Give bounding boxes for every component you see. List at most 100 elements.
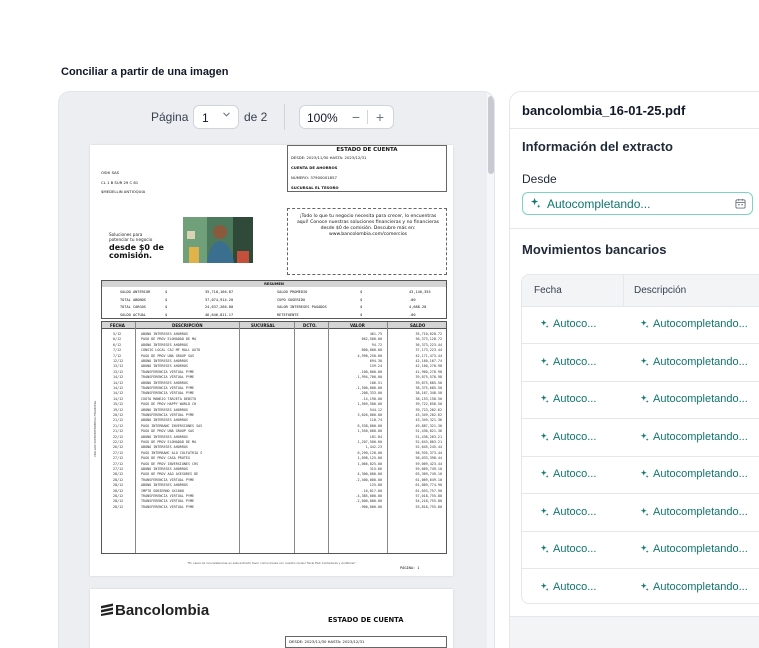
movement-value: 94.72 bbox=[371, 342, 382, 347]
movement-date: 15/12 bbox=[113, 402, 124, 407]
statement-period: DESDE: 2023/11/30 HASTA: 2023/12/31 bbox=[291, 155, 367, 160]
movement-balance: 38,153,158.50 bbox=[415, 396, 442, 401]
row-date-cell[interactable]: Autoco... bbox=[540, 393, 596, 405]
movement-value: -4,385,000.00 bbox=[355, 494, 382, 498]
movement-date: 22/12 bbox=[113, 434, 124, 439]
row-date-cell-text: Autoco... bbox=[553, 355, 597, 368]
row-description-cell-text: Autocompletando... bbox=[653, 580, 748, 593]
viewer-scrollbar[interactable] bbox=[487, 92, 494, 648]
movements-header: FECHA DESCRIPCIÓN SUCURSAL DCTO. VALOR S… bbox=[102, 322, 446, 329]
row-date-cell[interactable]: Autoco... bbox=[540, 506, 596, 518]
page-label: Página bbox=[151, 110, 189, 124]
viewer-toolbar: Página 1 de 2 100% − + bbox=[59, 92, 487, 142]
account-box: ESTADO DE CUENTA DESDE: 2023/11/30 HASTA… bbox=[287, 145, 447, 192]
row-date-cell-text: Autoco... bbox=[553, 393, 597, 405]
row-date-cell[interactable]: Autoco... bbox=[540, 468, 596, 480]
row-description-cell[interactable]: Autocompletando... bbox=[640, 543, 748, 555]
row-description-cell[interactable]: Autocompletando... bbox=[640, 431, 748, 443]
movement-date: 7/12 bbox=[113, 348, 122, 353]
movement-description: TRANSFERENCIA VIRTUAL PYME bbox=[141, 494, 195, 498]
movement-row[interactable]: Autoco... Autocompletando... bbox=[522, 570, 759, 604]
movement-balance: 61,053,757.90 bbox=[415, 488, 442, 493]
from-date-input[interactable]: Autocompletando... bbox=[522, 192, 753, 215]
movement-balance: 42,171,473.44 bbox=[415, 353, 442, 358]
page-heading: Conciliar a partir de una imagen bbox=[61, 66, 229, 78]
pdf-page-2: Bancolombia ESTADO DE CUENTA DESDE: 2023… bbox=[90, 589, 453, 648]
row-date-cell[interactable]: Autoco... bbox=[540, 356, 596, 368]
movement-date: 13/12 bbox=[113, 364, 124, 369]
movement-row[interactable]: Autoco... Autocompletando... bbox=[522, 457, 759, 494]
movement-row[interactable]: Autoco... Autocompletando... bbox=[522, 532, 759, 569]
zoom-out-button[interactable]: − bbox=[348, 107, 364, 127]
movement-balance: 59,069,423.44 bbox=[415, 461, 442, 466]
movement-row[interactable]: Autoco... Autocompletando... bbox=[522, 382, 759, 419]
row-date-cell[interactable]: Autoco... bbox=[540, 543, 596, 555]
movement-value: 461.75 bbox=[369, 332, 382, 336]
row-date-cell[interactable]: Autoco... bbox=[540, 581, 596, 593]
toolbar-divider bbox=[284, 104, 285, 130]
row-description-cell-text: Autocompletando... bbox=[653, 543, 748, 555]
statement-title: ESTADO DE CUENTA bbox=[336, 147, 398, 153]
movement-description: TRANSFERENCIA VIRTUAL PYME bbox=[141, 477, 195, 482]
movement-balance: 41,960,278.98 bbox=[415, 369, 442, 374]
movement-description: TRANSFERENCIA VIRTUAL PYME bbox=[141, 386, 195, 390]
movements-table: FECHA DESCRIPCIÓN SUCURSAL DCTO. VALOR S… bbox=[101, 321, 447, 554]
summary-cell: $ bbox=[360, 290, 363, 294]
movement-balance: 38,167,348.50 bbox=[415, 391, 442, 396]
row-date-cell-text: Autoco... bbox=[553, 430, 597, 443]
row-description-cell-text: Autocompletando... bbox=[653, 318, 748, 330]
movement-value: 315.66 bbox=[369, 467, 382, 471]
header-divider bbox=[623, 275, 624, 307]
col-header-fecha[interactable]: Fecha bbox=[534, 285, 562, 296]
movement-value: -2,000,000.00 bbox=[355, 499, 382, 504]
movement-row[interactable]: Autoco... Autocompletando... bbox=[522, 345, 759, 382]
row-date-cell[interactable]: Autoco... bbox=[540, 318, 596, 330]
zoom-in-button[interactable]: + bbox=[372, 107, 388, 127]
movement-description: TRANSFERENCIA VIRTUAL PYME bbox=[141, 499, 195, 504]
movement-row[interactable]: Autoco... Autocompletando... bbox=[522, 307, 759, 344]
movement-description: ABONO INTERESES AHORROS bbox=[141, 359, 188, 363]
movement-value: 3,626,000.00 bbox=[357, 413, 383, 417]
statement-footnote: "En casos de inconsistencias en este ext… bbox=[187, 561, 356, 565]
row-description-cell[interactable]: Autocompletando... bbox=[640, 393, 748, 405]
movement-row[interactable]: Autoco... Autocompletando... bbox=[522, 495, 759, 532]
from-date-value: Autocompletando... bbox=[547, 197, 651, 211]
page-select-value: 1 bbox=[202, 111, 209, 125]
summary-cell: SALDO ANTERIOR bbox=[120, 290, 151, 294]
panel-divider bbox=[510, 228, 759, 229]
zoom-divider bbox=[367, 110, 368, 124]
summary-title: RESUMEN bbox=[102, 281, 446, 287]
movement-value: 106.51 bbox=[369, 380, 382, 385]
calendar-icon[interactable] bbox=[735, 198, 746, 209]
movement-row[interactable]: Autoco... Autocompletando... bbox=[522, 420, 759, 457]
col-header-descripcion[interactable]: Descripción bbox=[634, 285, 686, 296]
movements-grid-header: Fecha Descripción bbox=[522, 275, 759, 307]
movement-balance: 54,218,755.80 bbox=[415, 499, 442, 504]
movement-date: 28/12 bbox=[113, 488, 124, 493]
movement-value: -100,000.00 bbox=[359, 369, 382, 374]
col-fecha: FECHA bbox=[110, 323, 125, 328]
movement-value: 1,442.23 bbox=[365, 445, 382, 450]
sparkle-icon bbox=[540, 582, 549, 591]
movement-description: PAGO DE PROV A&G ASESORES DE bbox=[141, 472, 199, 477]
movement-value: 544.12 bbox=[369, 407, 382, 412]
movement-description: PAGO DE PROV UNA GROUP SAS bbox=[141, 429, 195, 434]
movement-description: IMPTO GOBIERNO 4X1000 bbox=[141, 488, 184, 493]
viewer-scroll-thumb[interactable] bbox=[488, 96, 494, 174]
row-description-cell[interactable]: Autocompletando... bbox=[640, 506, 748, 518]
row-description-cell[interactable]: Autocompletando... bbox=[640, 581, 748, 593]
promo-headline: desde $0 de comisión. bbox=[109, 243, 164, 260]
movement-balance: 43,349,202.62 bbox=[415, 413, 442, 417]
row-date-cell[interactable]: Autoco... bbox=[540, 431, 596, 443]
row-description-cell[interactable]: Autocompletando... bbox=[640, 356, 748, 368]
extract-panel: bancolombia_16-01-25.pdf Información del… bbox=[509, 91, 759, 648]
zoom-value: 100% bbox=[307, 111, 338, 125]
page-select[interactable]: 1 bbox=[193, 105, 239, 129]
row-description-cell-text: Autocompletando... bbox=[653, 505, 748, 518]
row-description-cell[interactable]: Autocompletando... bbox=[640, 318, 748, 330]
movement-date: 28/12 bbox=[113, 504, 124, 509]
summary-cell: $ bbox=[165, 297, 168, 302]
row-description-cell[interactable]: Autocompletando... bbox=[640, 468, 748, 480]
summary-cell: VALOR INTERESES PAGADOS bbox=[277, 305, 327, 309]
summary-cell: $ bbox=[165, 312, 168, 317]
